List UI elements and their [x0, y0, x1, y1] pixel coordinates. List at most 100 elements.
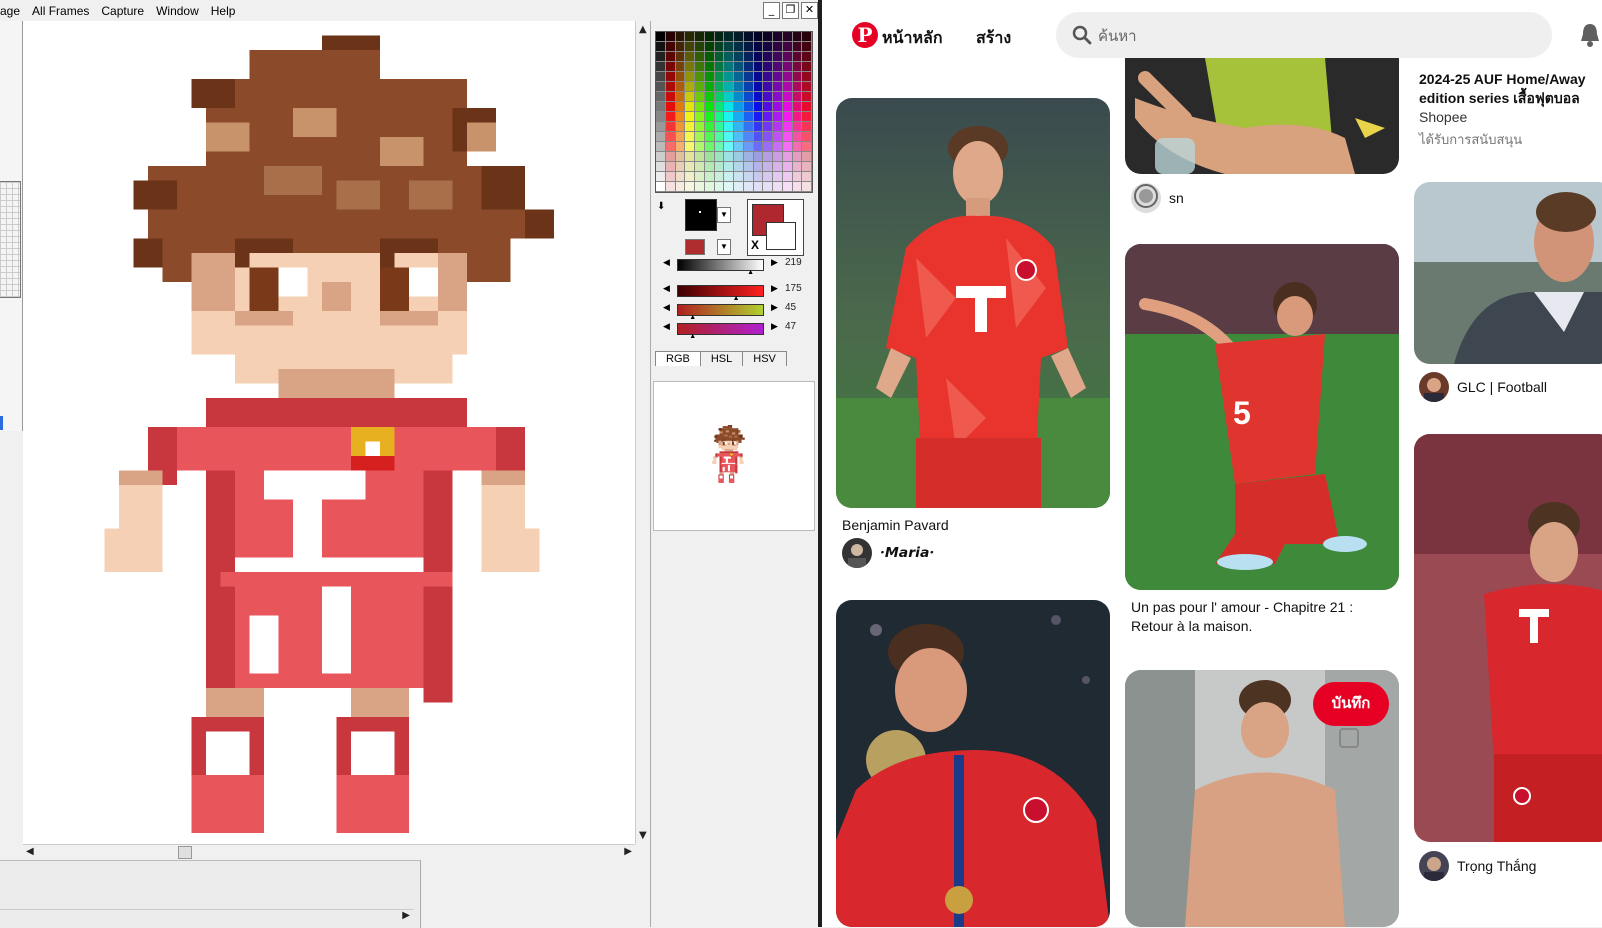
color-swatch[interactable] — [773, 152, 783, 162]
color-swatch[interactable] — [802, 92, 812, 102]
pin-title[interactable]: 2024-25 AUF Home/Away edition series เสื… — [1419, 70, 1602, 108]
slider-handle-icon[interactable]: ▲ — [733, 295, 740, 302]
color-swatch[interactable] — [734, 162, 744, 172]
color-swatch[interactable] — [773, 122, 783, 132]
color-swatch[interactable] — [704, 102, 715, 112]
color-swatch[interactable] — [763, 42, 773, 52]
color-swatch[interactable] — [685, 82, 695, 92]
color-swatch[interactable] — [656, 32, 666, 42]
pin-image-pavard-gym[interactable]: บันทึก — [1125, 670, 1399, 927]
color-swatch[interactable] — [665, 122, 676, 132]
color-swatch[interactable] — [792, 32, 803, 42]
color-swatch[interactable] — [704, 82, 715, 92]
color-swatch[interactable] — [665, 42, 676, 52]
menu-help[interactable]: Help — [205, 4, 242, 18]
notification-bell-icon[interactable] — [1578, 22, 1602, 48]
color-swatch[interactable] — [743, 32, 754, 42]
menu-all-frames[interactable]: All Frames — [26, 4, 95, 18]
color-swatch[interactable] — [685, 122, 695, 132]
color-swatch[interactable] — [675, 172, 686, 182]
color-swatch[interactable] — [802, 142, 812, 152]
color-swatch[interactable] — [656, 132, 666, 142]
color-swatch[interactable] — [665, 82, 676, 92]
color-swatch[interactable] — [665, 112, 676, 122]
color-swatch[interactable] — [773, 82, 783, 92]
color-swatch[interactable] — [773, 32, 783, 42]
close-button[interactable]: ✕ — [801, 2, 818, 19]
color-swatch[interactable] — [753, 172, 764, 182]
color-swatch[interactable] — [665, 152, 676, 162]
color-swatch[interactable] — [695, 152, 705, 162]
search-bar[interactable] — [1056, 12, 1552, 58]
color-swatch[interactable] — [704, 92, 715, 102]
color-swatch[interactable] — [675, 52, 686, 62]
color-swatch[interactable] — [685, 62, 695, 72]
color-swatch[interactable] — [695, 72, 705, 82]
color-swatch[interactable] — [743, 82, 754, 92]
slider-handle-icon[interactable]: ▲ — [747, 269, 754, 276]
color-swatch[interactable] — [792, 122, 803, 132]
color-swatch[interactable] — [763, 182, 773, 192]
minimize-button[interactable]: _ — [763, 2, 780, 19]
color-swatch[interactable] — [724, 132, 734, 142]
color-swatch[interactable] — [743, 182, 754, 192]
color-swatch[interactable] — [724, 162, 734, 172]
pin-image-pavard-running[interactable] — [836, 98, 1110, 508]
color-swatch[interactable] — [782, 72, 793, 82]
color-swatch[interactable] — [734, 112, 744, 122]
color-swatch[interactable] — [724, 62, 734, 72]
color-swatch[interactable] — [802, 82, 812, 92]
vertical-scrollbar[interactable]: ▲ ▼ — [635, 21, 651, 844]
color-swatch[interactable] — [792, 72, 803, 82]
color-swatch[interactable] — [685, 102, 695, 112]
color-swatch[interactable] — [704, 112, 715, 122]
color-swatch[interactable] — [704, 172, 715, 182]
color-swatch[interactable] — [734, 72, 744, 82]
color-swatch-grid[interactable] — [655, 31, 813, 193]
color-swatch[interactable] — [743, 72, 754, 82]
bottom-scrollbar[interactable]: ▶ — [0, 909, 414, 924]
color-swatch[interactable] — [753, 102, 764, 112]
color-swatch[interactable] — [792, 172, 803, 182]
pin-author[interactable]: Trọng Thắng — [1419, 851, 1536, 881]
color-swatch[interactable] — [753, 162, 764, 172]
color-swatch[interactable] — [675, 112, 686, 122]
color-swatch[interactable] — [656, 172, 666, 182]
slider-right-icon[interactable]: ▶ — [771, 321, 778, 332]
nav-home[interactable]: หน้าหลัก — [882, 26, 943, 51]
color-swatch[interactable] — [656, 162, 666, 172]
color-swatch[interactable] — [734, 142, 744, 152]
slider-left-icon[interactable]: ◀ — [663, 283, 670, 294]
color-swatch[interactable] — [753, 52, 764, 62]
color-swatch[interactable] — [743, 142, 754, 152]
color-swatch[interactable] — [763, 162, 773, 172]
color-swatch[interactable] — [782, 92, 793, 102]
color-swatch[interactable] — [773, 42, 783, 52]
color-swatch[interactable] — [675, 152, 686, 162]
horizontal-scrollbar[interactable]: ◀ ▶ — [23, 844, 635, 860]
color-swatch[interactable] — [773, 102, 783, 112]
color-swatch[interactable] — [773, 112, 783, 122]
secondary-color-box[interactable]: X — [747, 199, 804, 256]
pin-image-pavard-trophy[interactable] — [836, 600, 1110, 927]
color-swatch[interactable] — [792, 142, 803, 152]
color-swatch[interactable] — [743, 122, 754, 132]
scroll-down-icon[interactable]: ▼ — [639, 830, 647, 841]
color-swatch[interactable] — [802, 152, 812, 162]
color-swatch[interactable] — [753, 152, 764, 162]
color-swatch[interactable] — [675, 162, 686, 172]
color-swatch[interactable] — [675, 72, 686, 82]
pin-image-pavard-kneeling[interactable]: 5 — [1125, 244, 1399, 590]
color-swatch[interactable] — [792, 62, 803, 72]
color-swatch[interactable] — [675, 32, 686, 42]
slider-right-icon[interactable]: ▶ — [771, 283, 778, 294]
color-swatch[interactable] — [782, 142, 793, 152]
color-swatch[interactable] — [802, 132, 812, 142]
color-slider[interactable]: ◀ ▲ ▶ 45 — [655, 302, 815, 321]
color-swatch[interactable] — [802, 62, 812, 72]
color-swatch[interactable] — [714, 52, 725, 62]
color-swatch[interactable] — [685, 92, 695, 102]
color-swatch[interactable] — [656, 152, 666, 162]
color-swatch[interactable] — [792, 132, 803, 142]
color-swatch[interactable] — [763, 142, 773, 152]
